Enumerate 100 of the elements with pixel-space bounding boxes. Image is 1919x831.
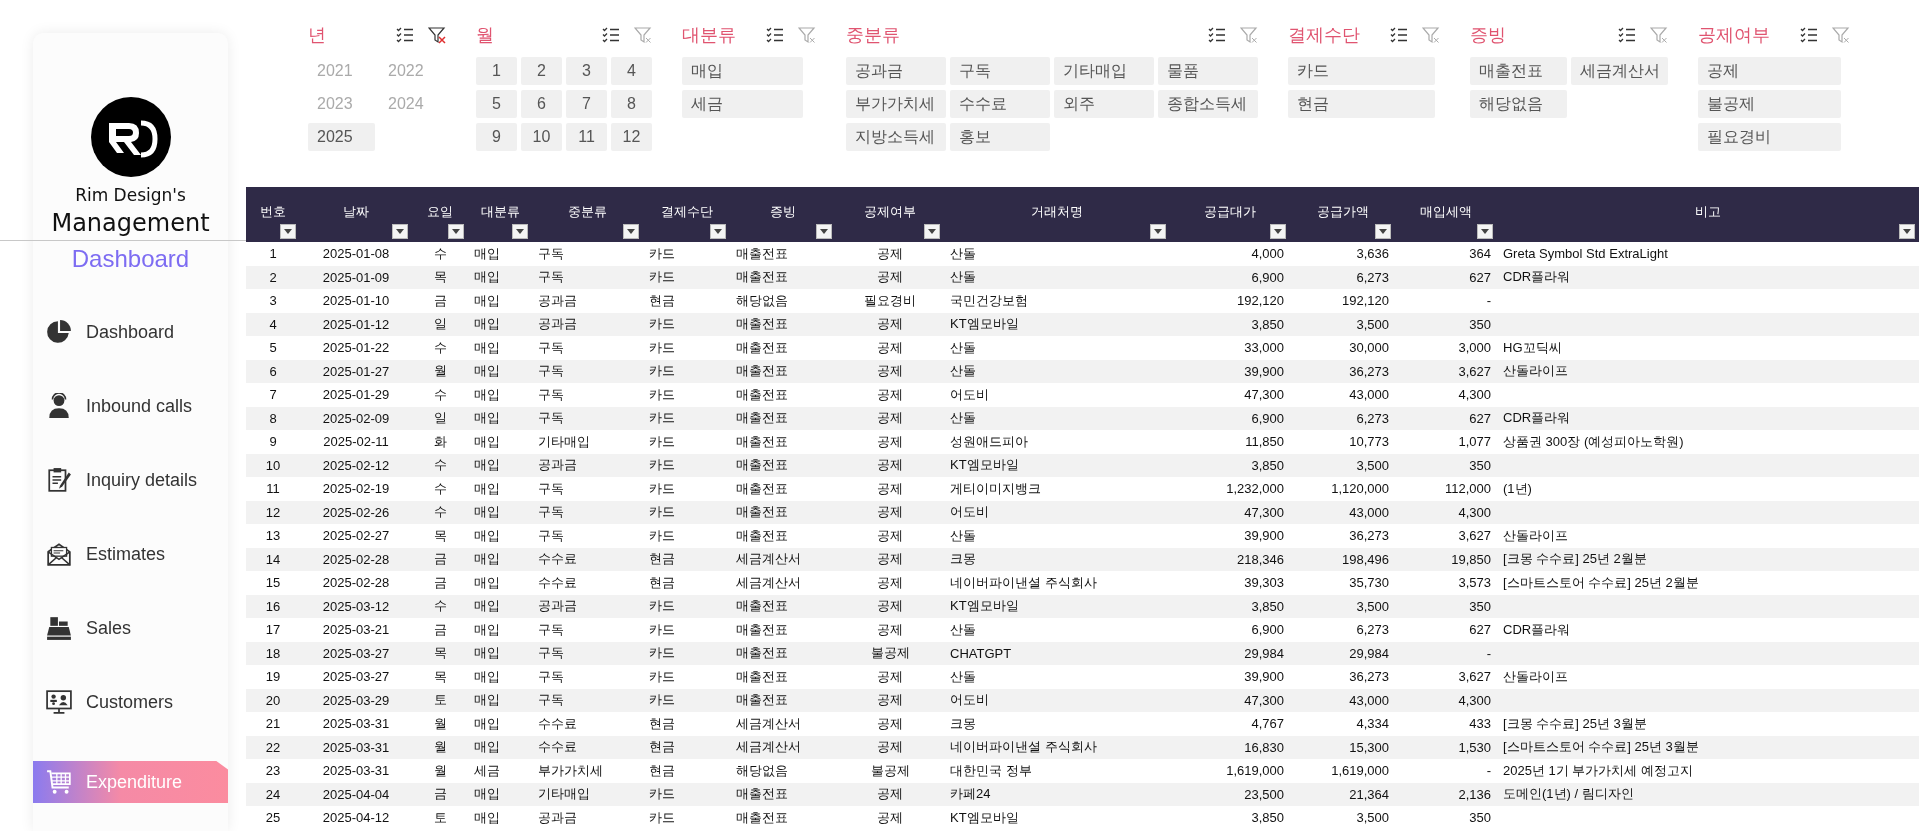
clipboard-pencil-icon — [46, 467, 72, 493]
subcategory-cell: 구독 — [538, 692, 564, 708]
slicer-item[interactable]: 현금 — [1288, 90, 1435, 118]
slicer-item[interactable]: 부가가치세 — [846, 90, 946, 118]
multi-select-icon[interactable] — [766, 26, 784, 44]
slicer-item[interactable]: 매입 — [682, 57, 803, 85]
slicer-item[interactable]: 10 — [521, 123, 562, 151]
filter-dropdown-button[interactable] — [710, 224, 726, 239]
multi-select-icon[interactable] — [1390, 26, 1408, 44]
slicer-item[interactable]: 8 — [611, 90, 652, 118]
subcategory-cell: 구독 — [538, 339, 564, 355]
filter-dropdown-button[interactable] — [392, 224, 408, 239]
amount-cell: 10,773 — [1349, 434, 1389, 450]
row-number: 22 — [265, 739, 281, 755]
multi-select-icon[interactable] — [602, 26, 620, 44]
evidence-cell: 매출전표 — [736, 692, 788, 708]
headset-person-icon — [46, 393, 72, 419]
weekday-cell: 일 — [433, 316, 447, 332]
clear-filter-icon[interactable] — [428, 26, 446, 44]
category-cell: 매입 — [474, 621, 500, 637]
filter-dropdown-button[interactable] — [924, 224, 940, 239]
note-cell: 산돌라이프 — [1503, 668, 1568, 684]
filter-dropdown-button[interactable] — [1375, 224, 1391, 239]
filter-dropdown-button[interactable] — [1899, 224, 1915, 239]
caret-icon — [714, 229, 722, 234]
slicer-item[interactable]: 카드 — [1288, 57, 1435, 85]
multi-select-icon[interactable] — [1208, 26, 1226, 44]
slicer-item[interactable]: 외주 — [1054, 90, 1154, 118]
multi-select-icon[interactable] — [1618, 26, 1636, 44]
slicer-item[interactable]: 매출전표 — [1470, 57, 1567, 85]
filter-dropdown-button[interactable] — [1477, 224, 1493, 239]
nav-item[interactable]: Dashboard — [33, 317, 228, 347]
amount-cell: 4,300 — [1458, 692, 1491, 708]
pie-chart-icon — [46, 319, 72, 345]
deduction-cell: 공제 — [877, 504, 903, 520]
slicer-item[interactable]: 9 — [476, 123, 517, 151]
multi-select-icon[interactable] — [1800, 26, 1818, 44]
slicer-item[interactable]: 공제 — [1698, 57, 1841, 85]
nav-item[interactable]: Sales — [33, 613, 228, 643]
slicer-item[interactable]: 세금 — [682, 90, 803, 118]
category-cell: 매입 — [474, 245, 500, 261]
filter-dropdown-button[interactable] — [448, 224, 464, 239]
slicer-item[interactable]: 2025 — [308, 123, 375, 151]
subcategory-cell: 구독 — [538, 645, 564, 661]
column-header: 매입세액 — [1420, 203, 1472, 221]
slicer-item[interactable]: 3 — [566, 57, 607, 85]
slicer-item[interactable]: 지방소득세 — [846, 123, 946, 151]
weekday-cell: 목 — [433, 645, 447, 661]
caret-icon — [627, 229, 635, 234]
slicer-item[interactable]: 세금계산서 — [1571, 57, 1668, 85]
brand-title: Management — [51, 209, 210, 237]
slicer-item[interactable]: 2 — [521, 57, 562, 85]
multi-select-icon[interactable] — [396, 26, 414, 44]
slicer-item[interactable]: 필요경비 — [1698, 123, 1841, 151]
slicer-item[interactable]: 불공제 — [1698, 90, 1841, 118]
slicer-item[interactable]: 구독 — [950, 57, 1050, 85]
slicer-item[interactable]: 1 — [476, 57, 517, 85]
filter-dropdown-button[interactable] — [512, 224, 528, 239]
vendor-cell: KT엠모바일 — [950, 598, 1019, 614]
filter-dropdown-button[interactable] — [816, 224, 832, 239]
slicer-item[interactable]: 종합소득세 — [1158, 90, 1258, 118]
amount-cell: 43,000 — [1349, 692, 1389, 708]
slicer-item[interactable]: 해당없음 — [1470, 90, 1567, 118]
category-cell: 매입 — [474, 363, 500, 379]
vendor-cell: CHATGPT — [950, 645, 1012, 661]
filter-dropdown-button[interactable] — [1150, 224, 1166, 239]
weekday-cell: 수 — [433, 480, 447, 496]
slicer-item[interactable]: 공과금 — [846, 57, 946, 85]
filter-dropdown-button[interactable] — [280, 224, 296, 239]
amount-cell: 1,530 — [1458, 739, 1491, 755]
evidence-cell: 세금계산서 — [736, 715, 801, 731]
slicer-item[interactable]: 수수료 — [950, 90, 1050, 118]
slicer-item[interactable]: 12 — [611, 123, 652, 151]
nav-item[interactable]: Inbound calls — [33, 391, 228, 421]
payment-cell: 카드 — [649, 809, 675, 825]
vendor-cell: 산돌 — [950, 339, 976, 355]
slicer-item[interactable]: 6 — [521, 90, 562, 118]
slicer-item[interactable]: 11 — [566, 123, 607, 151]
payment-cell: 카드 — [649, 527, 675, 543]
slicer-item[interactable]: 홍보 — [950, 123, 1050, 151]
slicer-title: 월 — [476, 24, 495, 47]
filter-dropdown-button[interactable] — [623, 224, 639, 239]
nav-item[interactable]: Customers — [33, 687, 228, 717]
filter-dropdown-button[interactable] — [1270, 224, 1286, 239]
nav-item[interactable]: Estimates — [33, 539, 228, 569]
deduction-cell: 공제 — [877, 245, 903, 261]
note-cell: [스마트스토어 수수료] 25년 3월분 — [1503, 739, 1699, 755]
evidence-cell: 매출전표 — [736, 621, 788, 637]
slicer-item[interactable]: 기타매입 — [1054, 57, 1154, 85]
slicer-item[interactable]: 5 — [476, 90, 517, 118]
date-cell: 2025-04-12 — [322, 810, 390, 826]
date-cell: 2025-03-31 — [322, 716, 390, 732]
nav-item[interactable]: Inquiry details — [33, 465, 228, 495]
caret-icon — [452, 229, 460, 234]
slicer-item[interactable]: 7 — [566, 90, 607, 118]
amount-cell: 19,850 — [1451, 551, 1491, 567]
slicer-item[interactable]: 4 — [611, 57, 652, 85]
deduction-cell: 필요경비 — [864, 292, 916, 308]
slicer-item[interactable]: 물품 — [1158, 57, 1258, 85]
amount-cell: 29,984 — [1244, 645, 1284, 661]
